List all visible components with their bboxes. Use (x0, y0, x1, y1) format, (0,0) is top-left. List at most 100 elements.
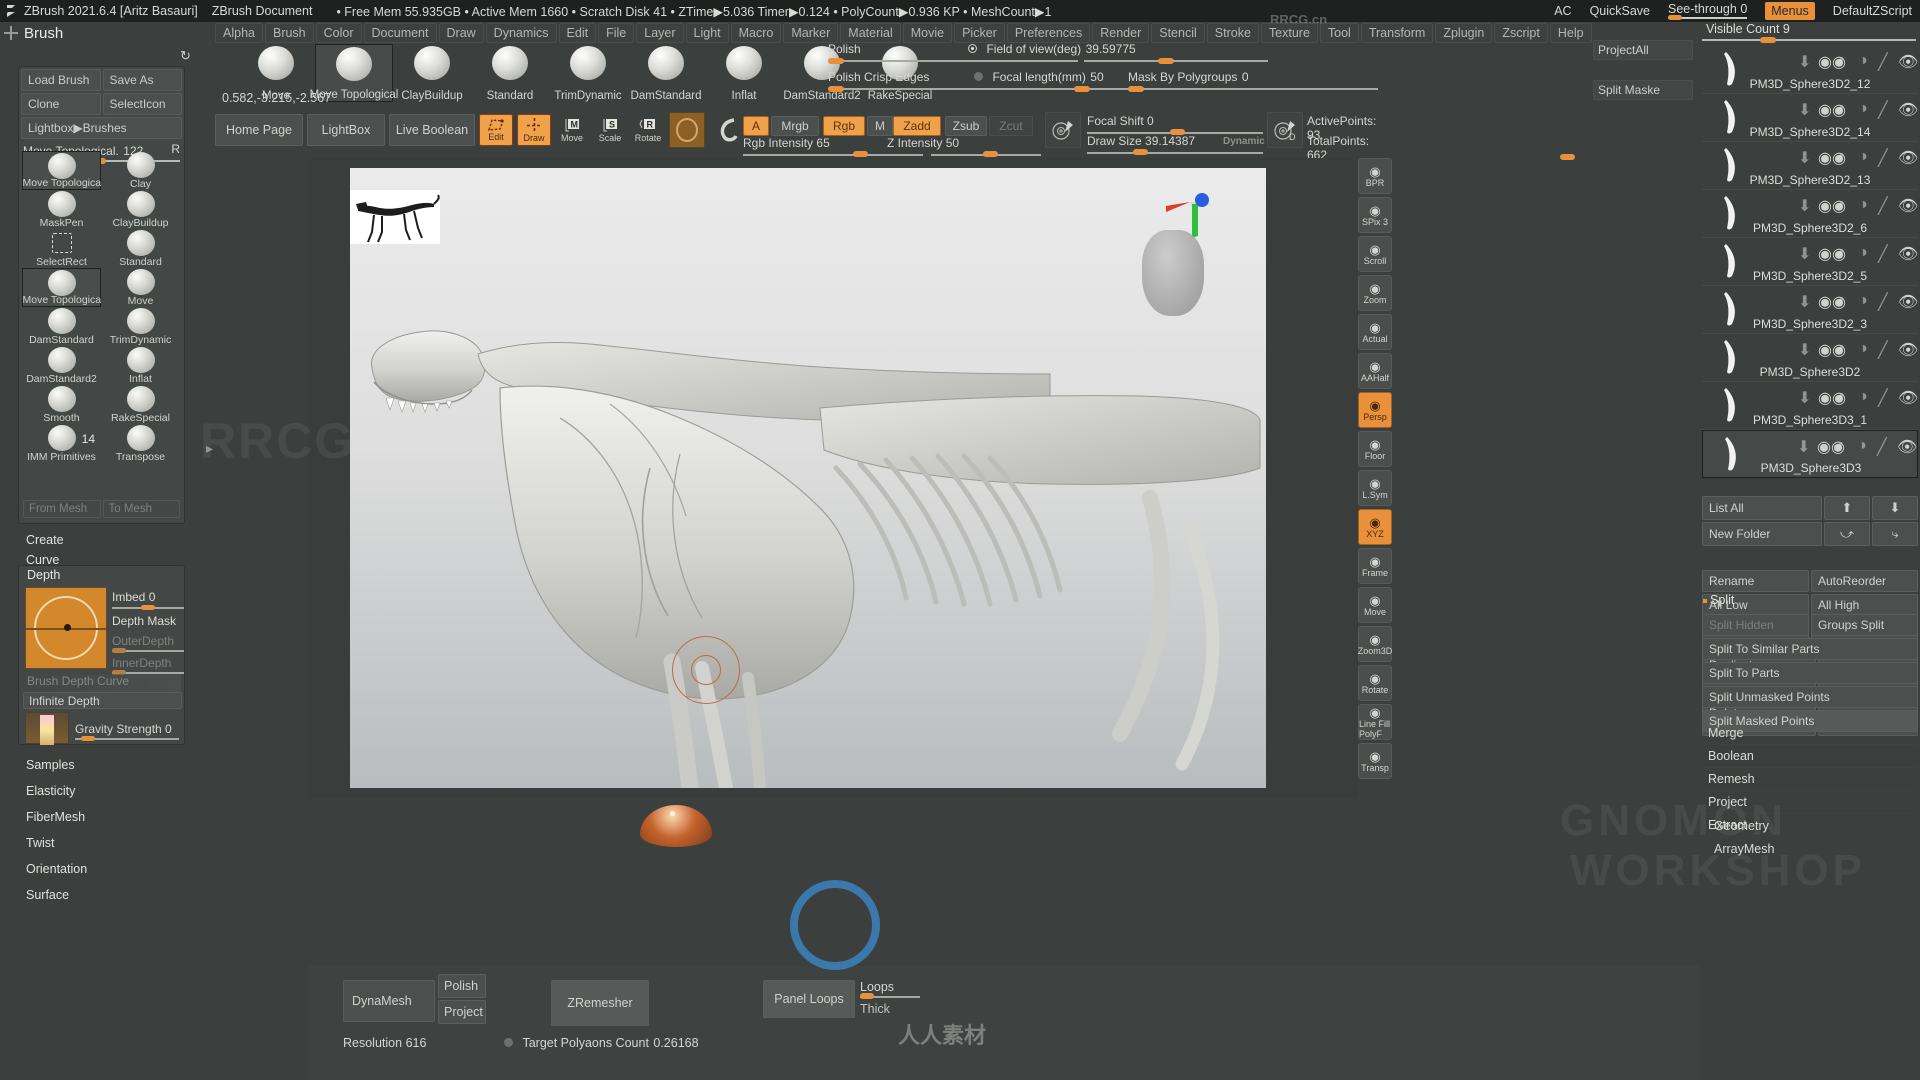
brush-item-brush-clay[interactable]: Clay (101, 151, 180, 190)
menus-button[interactable]: Menus (1765, 2, 1815, 20)
depth-curve-preview[interactable] (25, 587, 107, 669)
subtool-arrow-icon[interactable]: ⬇ (1798, 52, 1812, 71)
subtool-eye-icon[interactable]: 👁 (1898, 388, 1918, 407)
brush-item-brush-transpose[interactable]: Transpose (101, 424, 180, 463)
viewport-scroll-icon[interactable]: ◉ Scroll (1358, 236, 1392, 272)
subtool-eye-icon[interactable]: 👁 (1898, 148, 1918, 167)
subtool-transparency-icon[interactable]: ◑ (1858, 196, 1872, 213)
viewport-floor-icon[interactable]: ◉ Floor (1358, 431, 1392, 467)
rotate-mode-button[interactable]: R Rotate (631, 114, 665, 146)
menu-item-zplugin[interactable]: Zplugin (1435, 23, 1493, 43)
imbed-row[interactable]: Imbed 0 (112, 590, 155, 604)
subtool-polypaint-icon[interactable]: ╱ (1878, 52, 1892, 71)
load-brush-button[interactable]: Load Brush (21, 69, 101, 91)
menu-item-document[interactable]: Document (363, 23, 437, 43)
subtool-arrow-icon[interactable]: ⬇ (1798, 148, 1812, 167)
split-section-header[interactable]: Split (1702, 590, 1918, 610)
fov-radio[interactable] (968, 44, 977, 54)
lightbox-brushes-button[interactable]: Lightbox▶Brushes (21, 117, 182, 139)
subtool-shadow-icon[interactable]: ◐ (1838, 388, 1852, 405)
subtool-polypaint-icon[interactable]: ╱ (1878, 244, 1892, 263)
menu-item-help[interactable]: Help (1549, 23, 1592, 43)
mask-by-polygroups-knob[interactable] (1128, 86, 1144, 92)
left-section-orientation[interactable]: Orientation (18, 856, 185, 882)
subtool-arrow-icon[interactable]: ⬇ (1798, 340, 1812, 359)
channel-tag-zcut[interactable]: Zcut (989, 116, 1033, 136)
save-as-button[interactable]: Save As (102, 69, 182, 91)
menu-item-light[interactable]: Light (685, 23, 729, 43)
menu-item-zscript[interactable]: Zscript (1494, 23, 1548, 43)
left-section-twist[interactable]: Twist (18, 830, 185, 856)
zremesher-button[interactable]: ZRemesher (551, 980, 649, 1026)
dynamesh-button[interactable]: DynaMesh (343, 980, 435, 1022)
subtool-arrow-icon[interactable]: ⬇ (1798, 292, 1812, 311)
projectall-button[interactable]: ProjectAll (1593, 40, 1693, 60)
subtool-item[interactable]: ⬇ ◉◉ ◐ ◑ ╱ 👁 PM3D_Sphere3D2 (1702, 334, 1918, 382)
channel-tag-a[interactable]: A (743, 116, 769, 136)
canvas-area[interactable] (308, 158, 1358, 798)
subtool-transparency-icon[interactable]: ◑ (1858, 388, 1872, 405)
group-split-button[interactable]: ⤷ (1872, 522, 1918, 546)
mask-by-polygroups-slider[interactable]: Mask By Polygroups 0 (1128, 68, 1378, 96)
subtool-item[interactable]: ⬇ ◉◉ ◐ ◑ ╱ 👁 PM3D_Sphere3D3_1 (1702, 382, 1918, 430)
quicksave-button[interactable]: QuickSave (1590, 4, 1650, 18)
draw-mode-button[interactable]: Draw (517, 114, 551, 146)
menu-item-alpha[interactable]: Alpha (215, 23, 263, 43)
head-preview[interactable] (1142, 230, 1204, 316)
menu-item-edit[interactable]: Edit (558, 23, 597, 43)
viewport-zoom-icon[interactable]: ◉ Zoom (1358, 275, 1392, 311)
clone-button[interactable]: Clone (21, 93, 101, 115)
rgb-intensity-knob[interactable] (853, 151, 868, 157)
dynamesh-polish-button[interactable]: Polish (438, 974, 486, 998)
new-folder-button[interactable]: New Folder (1702, 522, 1822, 546)
from-mesh-button[interactable]: From Mesh (23, 500, 101, 518)
move-up-button[interactable]: ⬆ (1824, 496, 1870, 520)
subtool-arrow-icon[interactable]: ⬇ (1798, 196, 1812, 215)
subtool-item[interactable]: ⬇ ◉◉ ◐ ◑ ╱ 👁 PM3D_Sphere3D2_5 (1702, 238, 1918, 286)
subtool-shadow-icon[interactable]: ◐ (1838, 52, 1852, 69)
channel-tag-zsub[interactable]: Zsub (945, 116, 987, 136)
brush-item-brush-rakespecial[interactable]: RakeSpecial (101, 385, 180, 424)
subtool-item[interactable]: ⬇ ◉◉ ◐ ◑ ╱ 👁 PM3D_Sphere3D2_13 (1702, 142, 1918, 190)
subtool-op-remesh[interactable]: Remesh (1702, 768, 1918, 791)
subtool-arrow-icon[interactable]: ⬇ (1797, 437, 1811, 456)
subtool-shadow-icon[interactable]: ◐ (1838, 292, 1852, 309)
subtool-item[interactable]: ⬇ ◉◉ ◐ ◑ ╱ 👁 PM3D_Sphere3D2_3 (1702, 286, 1918, 334)
subtool-eye-icon[interactable]: 👁 (1898, 52, 1918, 71)
subtool-visibility-toggle-icon[interactable]: ◉◉ (1817, 437, 1845, 456)
rgb-intensity-row[interactable]: Rgb Intensity 65 (743, 136, 830, 150)
subtool-visibility-toggle-icon[interactable]: ◉◉ (1818, 100, 1846, 119)
home-page-button[interactable]: Home Page (215, 114, 303, 146)
subtool-polypaint-icon[interactable]: ╱ (1878, 196, 1892, 215)
focal-shift-row[interactable]: Focal Shift 0 (1087, 114, 1154, 128)
channel-tag-rgb[interactable]: Rgb (823, 116, 865, 136)
loops-knob[interactable] (860, 993, 874, 999)
create-section[interactable]: Create (18, 530, 185, 550)
refresh-icon[interactable]: ↻ (180, 48, 191, 64)
dynamesh-project-button[interactable]: Project (438, 1000, 486, 1024)
focal-shift-preview[interactable] (1045, 112, 1081, 148)
brush-item-brush-trimdynamic[interactable]: TrimDynamic (101, 307, 180, 346)
menu-item-macro[interactable]: Macro (730, 23, 782, 43)
subtool-shadow-icon[interactable]: ◐ (1838, 148, 1852, 165)
default-zscript-button[interactable]: DefaultZScript (1833, 4, 1912, 18)
subtool-shadow-icon[interactable]: ◐ (1838, 100, 1852, 117)
brush-item-brush-claybuildup[interactable]: ClayBuildup (101, 190, 180, 229)
subtool-polypaint-icon[interactable]: ╱ (1878, 100, 1892, 119)
split-mask-button[interactable]: Split Maske (1593, 80, 1693, 100)
split-to-parts-button[interactable]: Split To Parts (1702, 662, 1918, 684)
viewport-transparency-icon[interactable]: ◉ Transp (1358, 743, 1392, 779)
viewport-polyframe-icon[interactable]: ◉ Line Fill PolyF (1358, 704, 1392, 740)
z-intensity-knob[interactable] (983, 151, 998, 157)
pin-icon[interactable] (4, 26, 18, 40)
subtool-transparency-icon[interactable]: ◑ (1858, 244, 1872, 261)
brush-item-brush-move[interactable]: Move (101, 268, 180, 307)
depth-mask-button[interactable]: Depth Mask (112, 614, 176, 628)
split-unmasked-points-button[interactable]: Split Unmasked Points (1702, 686, 1918, 708)
to-mesh-button[interactable]: To Mesh (102, 500, 180, 518)
subtool-arrow-icon[interactable]: ⬇ (1798, 244, 1812, 263)
subtool-shadow-icon[interactable]: ◐ (1837, 437, 1851, 454)
channel-tag-m[interactable]: M (867, 116, 893, 136)
groups-split-button[interactable]: Groups Split (1811, 614, 1918, 636)
viewport-persp-icon[interactable]: ◉ Persp (1358, 392, 1392, 428)
